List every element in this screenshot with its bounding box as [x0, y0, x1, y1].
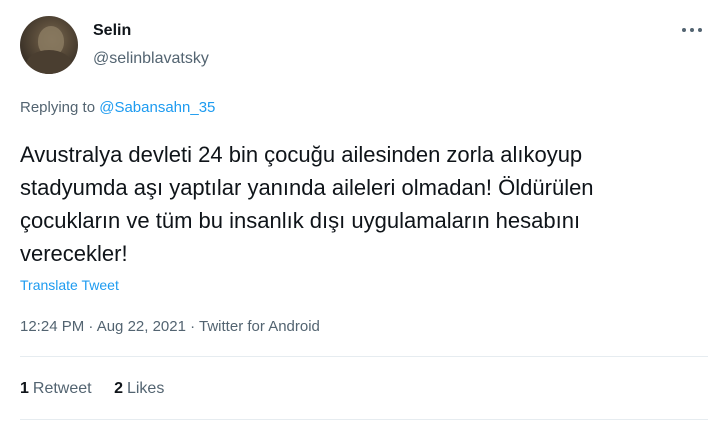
reply-mention-link[interactable]: @Sabansahn_35: [99, 99, 215, 116]
more-dot: [690, 28, 694, 32]
divider: [20, 356, 708, 357]
more-dot: [682, 28, 686, 32]
tweet-card: Selin @selinblavatsky Replying to @Saban…: [0, 0, 720, 425]
tweet-timestamp[interactable]: 12:24 PM · Aug 22, 2021 · Twitter for An…: [20, 318, 320, 335]
avatar-figure-body: [26, 50, 72, 74]
likes-label: Likes: [126, 380, 165, 397]
replying-to: Replying to @Sabansahn_35: [20, 99, 215, 116]
likes-count: 2: [114, 380, 123, 397]
retweets-count: 1: [20, 380, 29, 397]
replying-to-label: Replying to: [20, 99, 96, 116]
retweets-label: Retweet: [32, 380, 92, 397]
tweet-text: Avustralya devleti 24 bin çocuğu ailesin…: [20, 142, 594, 266]
likes-stat[interactable]: 2 Likes: [114, 380, 164, 398]
more-dot: [698, 28, 702, 32]
display-name[interactable]: Selin: [93, 22, 131, 40]
tweet-stats: 1 Retweet 2 Likes: [20, 380, 182, 398]
more-horizontal-icon[interactable]: [680, 22, 704, 38]
avatar[interactable]: [20, 16, 78, 74]
retweets-stat[interactable]: 1 Retweet: [20, 380, 92, 398]
user-handle[interactable]: @selinblavatsky: [93, 50, 209, 68]
divider: [20, 419, 708, 420]
translate-tweet-link[interactable]: Translate Tweet: [20, 277, 119, 293]
